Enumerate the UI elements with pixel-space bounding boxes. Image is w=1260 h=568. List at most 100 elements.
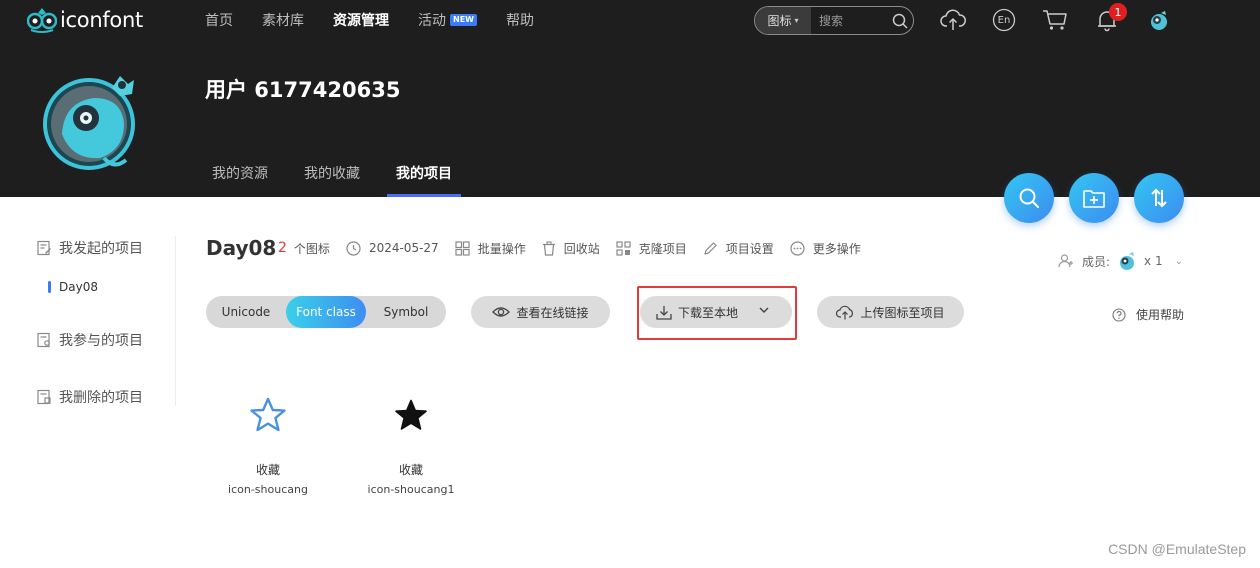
member-avatar-icon <box>1120 252 1135 270</box>
logo[interactable]: iconfont <box>26 6 143 34</box>
project-meta: 2 个图标 2024-05-27 批量操作 回收站 克隆项目 项目设置 更多操作 <box>278 240 877 256</box>
project-settings-button[interactable]: 项目设置 <box>703 240 774 257</box>
search-type-select[interactable]: 图标 ▾ <box>755 7 811 34</box>
star-outline-icon <box>213 392 323 438</box>
icon-card[interactable]: 收藏 icon-shoucang1 <box>356 392 466 496</box>
sidebar-item-my-created-projects[interactable]: 我发起的项目 <box>36 238 143 258</box>
active-indicator <box>48 281 51 293</box>
document-delete-icon <box>37 389 51 405</box>
sort-fab-button[interactable] <box>1134 173 1184 223</box>
page-header: iconfont 首页 素材库 资源管理 活动 NEW 帮助 图标▾ En <box>0 0 1260 197</box>
help-label: 使用帮助 <box>1136 308 1185 322</box>
project-date-label: 2024-05-27 <box>368 241 439 255</box>
nav-item-resource-management[interactable]: 资源管理 <box>333 10 389 30</box>
sidebar-item-joined-projects[interactable]: 我参与的项目 <box>36 330 143 350</box>
format-switcher: Unicode Font class Symbol <box>206 296 446 328</box>
new-badge: NEW <box>450 14 477 26</box>
icon-count-unit: 个图标 <box>293 241 330 256</box>
nav-item-events[interactable]: 活动 NEW <box>418 10 477 30</box>
button-label: 上传图标至项目 <box>860 305 945 320</box>
profile-username: 用户 6177420635 <box>205 78 401 102</box>
icon-class-name: icon-shoucang1 <box>367 483 455 496</box>
nav-item-home[interactable]: 首页 <box>205 10 233 30</box>
upload-icon-to-project-button[interactable]: 上传图标至项目 <box>817 296 964 328</box>
upload-button[interactable] <box>940 8 966 32</box>
user-group-icon <box>1058 254 1073 268</box>
format-font-class[interactable]: Font class <box>286 296 366 328</box>
search-fab-button[interactable] <box>1004 173 1054 223</box>
project-title: Day08 <box>206 236 277 260</box>
top-navbar: iconfont 首页 素材库 资源管理 活动 NEW 帮助 图标▾ En <box>0 0 1260 40</box>
profile-tabs: 我的资源 我的收藏 我的项目 <box>212 152 488 197</box>
language-label: En <box>997 14 1011 26</box>
tab-my-projects[interactable]: 我的项目 <box>387 152 461 197</box>
search-input[interactable] <box>811 7 887 34</box>
action-label: 回收站 <box>563 241 600 256</box>
cloud-upload-icon <box>940 9 966 30</box>
action-label: 批量操作 <box>477 241 526 256</box>
format-symbol[interactable]: Symbol <box>366 296 446 328</box>
document-edit-icon <box>37 240 51 256</box>
search-box: 图标 ▾ <box>754 6 914 35</box>
grid-icon <box>455 240 470 256</box>
watermark: CSDN @EmulateStep <box>1108 541 1246 557</box>
folder-add-icon <box>1083 190 1105 208</box>
nav-label: 活动 <box>418 13 446 29</box>
view-online-link-button[interactable]: 查看在线链接 <box>471 296 610 328</box>
search-icon <box>892 13 908 29</box>
document-user-icon <box>37 332 50 348</box>
project-sidebar: 我发起的项目 Day08 我参与的项目 我删除的项目 <box>36 236 176 406</box>
nav-label: 资源管理 <box>333 13 389 29</box>
nav-item-help[interactable]: 帮助 <box>506 10 534 30</box>
nav-label: 首页 <box>205 13 233 29</box>
logo-text: iconfont <box>60 8 143 32</box>
new-project-fab-button[interactable] <box>1069 173 1119 223</box>
clone-project-button[interactable]: 克隆项目 <box>616 240 687 257</box>
nav-item-library[interactable]: 素材库 <box>262 10 304 30</box>
eye-icon <box>492 307 511 317</box>
user-avatar-small[interactable] <box>1146 8 1172 32</box>
nav-label: 素材库 <box>262 13 304 29</box>
cloud-upload-icon <box>836 305 854 319</box>
icon-name: 收藏 <box>255 463 280 477</box>
chevron-down-icon: ▾ <box>794 16 799 25</box>
project-date: 2024-05-27 <box>346 240 439 256</box>
chameleon-avatar-icon <box>43 76 135 170</box>
icon-card[interactable]: 收藏 icon-shoucang <box>213 392 323 496</box>
clock-icon <box>346 240 361 256</box>
tab-my-favorites[interactable]: 我的收藏 <box>304 152 360 197</box>
sidebar-item-deleted-projects[interactable]: 我删除的项目 <box>36 387 143 407</box>
tab-my-resources[interactable]: 我的资源 <box>212 152 268 197</box>
members-label: 成员: <box>1082 254 1111 269</box>
sidebar-project-label: Day08 <box>59 280 98 294</box>
button-label: 查看在线链接 <box>516 305 589 320</box>
search-button[interactable] <box>887 7 913 34</box>
annotation-highlight-box <box>637 286 797 340</box>
clone-icon <box>616 240 631 256</box>
sidebar-item-label: 我删除的项目 <box>59 390 143 406</box>
trash-icon <box>542 240 555 256</box>
more-actions-button[interactable]: 更多操作 <box>790 240 861 257</box>
cart-icon <box>1043 10 1067 30</box>
chevron-down-icon: ⌄ <box>1174 255 1183 267</box>
profile-avatar[interactable] <box>42 62 138 172</box>
language-button[interactable]: En <box>991 8 1017 32</box>
search-type-label: 图标 <box>767 14 792 28</box>
pencil-icon <box>704 241 717 255</box>
recycle-bin-button[interactable]: 回收站 <box>542 240 600 257</box>
star-filled-icon <box>356 392 466 438</box>
format-unicode[interactable]: Unicode <box>206 296 286 328</box>
batch-operation-button[interactable]: 批量操作 <box>455 240 526 257</box>
help-link[interactable]: 使用帮助 <box>1112 306 1184 323</box>
sidebar-item-label: 我参与的项目 <box>59 333 143 349</box>
main-nav: 首页 素材库 资源管理 活动 NEW 帮助 <box>205 0 563 40</box>
icon-count: 2 <box>278 240 287 256</box>
icon-name: 收藏 <box>398 463 423 477</box>
action-label: 克隆项目 <box>638 241 687 256</box>
members-selector[interactable]: 成员: x 1 ⌄ <box>1058 250 1183 272</box>
cart-button[interactable] <box>1042 8 1068 32</box>
question-icon <box>1112 307 1126 322</box>
icon-class-name: icon-shoucang <box>228 483 308 496</box>
sidebar-project-day08[interactable]: Day08 <box>48 280 98 294</box>
search-icon <box>1019 188 1039 208</box>
